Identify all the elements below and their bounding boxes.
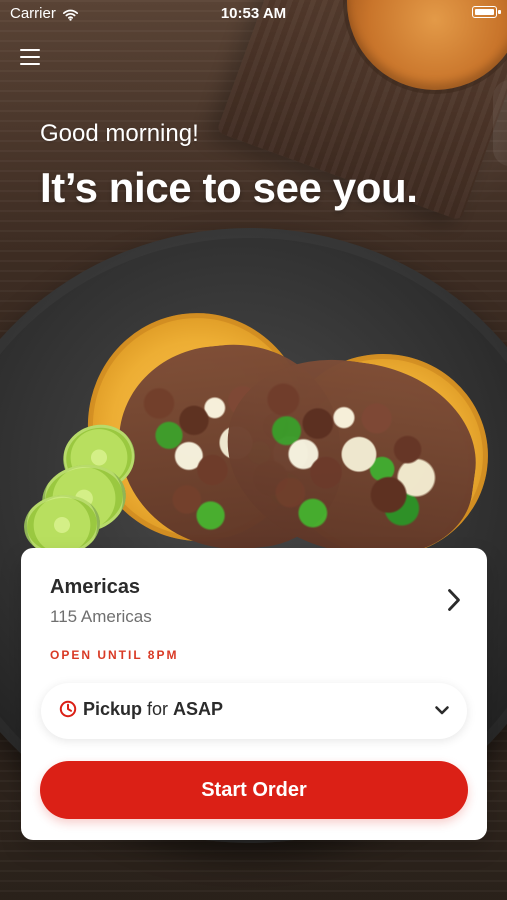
chevron-right-icon[interactable] — [447, 588, 461, 612]
status-time: 10:53 AM — [220, 5, 287, 22]
start-order-button[interactable]: Start Order — [40, 761, 468, 819]
menu-icon[interactable] — [20, 48, 42, 66]
background-bowl-edge — [493, 80, 507, 166]
location-subtitle: 115 Americas — [50, 607, 152, 626]
battery-icon — [472, 6, 501, 18]
chevron-down-icon — [433, 701, 451, 719]
pickup-summary: Pickup for ASAP — [59, 700, 223, 718]
pickup-method: Pickup — [83, 699, 143, 719]
battery-fill — [475, 9, 494, 15]
greeting-text: Good morning! — [40, 120, 199, 147]
location-card: Americas 115 Americas OPEN UNTIL 8PM Pic… — [21, 548, 487, 840]
status-bar: Carrier 10:53 AM — [0, 0, 507, 32]
menu-line — [20, 63, 40, 66]
pickup-time-selector[interactable]: Pickup for ASAP — [41, 683, 467, 739]
pickup-joiner: for — [147, 699, 169, 719]
location-title: Americas — [50, 576, 141, 598]
open-status: OPEN UNTIL 8PM — [50, 648, 179, 662]
clock-icon — [59, 700, 77, 718]
app-screen: Carrier 10:53 AM Good morning! It’s nice… — [0, 0, 507, 900]
pickup-time: ASAP — [173, 699, 224, 719]
welcome-headline: It’s nice to see you. — [40, 164, 418, 211]
menu-line — [20, 56, 40, 59]
menu-line — [20, 49, 40, 52]
battery-cap — [498, 10, 501, 14]
